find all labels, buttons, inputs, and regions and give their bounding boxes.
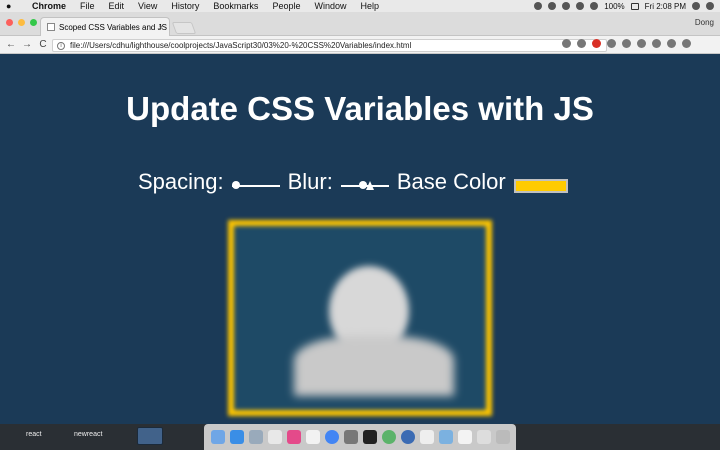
blur-slider[interactable] — [340, 181, 389, 189]
extension-icon[interactable] — [652, 39, 661, 48]
battery-percent: 100% — [604, 1, 625, 11]
status-icon[interactable] — [534, 2, 543, 10]
spacing-slider-thumb[interactable] — [231, 181, 240, 189]
app-icon[interactable] — [343, 430, 358, 444]
address-bar[interactable]: i file:///Users/cdhu/lighthouse/coolproj… — [52, 39, 607, 52]
photos-icon[interactable] — [305, 430, 320, 444]
app-icon[interactable] — [400, 430, 415, 444]
extension-icon[interactable] — [637, 39, 646, 48]
status-icon[interactable] — [562, 2, 571, 10]
forward-icon[interactable]: → — [22, 39, 32, 50]
menu-edit[interactable]: Edit — [109, 1, 125, 11]
extension-icon[interactable] — [667, 39, 676, 48]
terminal-icon[interactable] — [362, 430, 377, 444]
extension-icon[interactable] — [622, 39, 631, 48]
menu-dots-icon[interactable] — [682, 39, 691, 48]
window-controls — [6, 19, 37, 26]
profile-name[interactable]: Dong — [695, 18, 714, 27]
mac-dock-area: react newreact — [0, 424, 720, 450]
desktop-file-icon[interactable] — [137, 427, 163, 445]
notification-icon[interactable] — [706, 2, 714, 10]
extension-icon[interactable] — [607, 39, 616, 48]
clock[interactable]: Fri 2:08 PM — [645, 2, 686, 11]
base-color-picker[interactable] — [513, 179, 568, 193]
menu-history[interactable]: History — [171, 1, 199, 11]
menu-help[interactable]: Help — [360, 1, 379, 11]
finder-icon[interactable] — [210, 430, 225, 444]
apple-icon[interactable]: ● — [6, 1, 16, 11]
close-window-icon[interactable] — [6, 19, 13, 26]
mouse-cursor-icon — [366, 181, 374, 190]
info-icon[interactable]: i — [57, 41, 65, 50]
document-icon[interactable] — [476, 430, 491, 444]
menu-bookmarks[interactable]: Bookmarks — [213, 1, 258, 11]
bookmark-star-icon[interactable] — [577, 39, 586, 48]
new-tab-button[interactable] — [171, 22, 197, 34]
reload-icon[interactable]: C — [38, 39, 48, 50]
blurred-image — [228, 220, 492, 416]
menu-view[interactable]: View — [138, 1, 157, 11]
mac-menubar: ● Chrome File Edit View History Bookmark… — [0, 0, 720, 12]
url-text: file:///Users/cdhu/lighthouse/coolprojec… — [70, 41, 412, 50]
browser-tab[interactable]: Scoped CSS Variables and JS × — [40, 17, 170, 36]
search-icon[interactable] — [692, 2, 700, 10]
toolbar-icons — [562, 39, 691, 48]
battery-icon[interactable] — [630, 2, 639, 10]
folder-icon[interactable] — [438, 430, 453, 444]
image-figure-body — [294, 336, 454, 396]
page-content: Update CSS Variables with JS Spacing: Bl… — [0, 55, 720, 424]
menu-file[interactable]: File — [80, 1, 95, 11]
zoom-icon[interactable] — [562, 39, 571, 48]
status-icon[interactable] — [548, 2, 557, 10]
wifi-icon[interactable] — [576, 2, 585, 10]
calendar-icon[interactable] — [267, 430, 282, 444]
spacing-slider[interactable] — [231, 181, 280, 189]
volume-icon[interactable] — [590, 2, 599, 10]
tab-title: Scoped CSS Variables and JS — [59, 22, 167, 32]
menubar-status: 100% Fri 2:08 PM — [534, 0, 714, 12]
controls-row: Spacing: Blur: Base Color — [138, 167, 568, 197]
extension-icon[interactable] — [592, 39, 601, 48]
browser-tabstrip: Scoped CSS Variables and JS × Dong — [0, 12, 720, 36]
menu-people[interactable]: People — [272, 1, 300, 11]
safari-icon[interactable] — [229, 430, 244, 444]
image-content — [234, 226, 486, 410]
menu-window[interactable]: Window — [314, 1, 346, 11]
blur-label: Blur: — [287, 169, 333, 194]
spacing-label: Spacing: — [138, 169, 224, 194]
browser-toolbar: ← → C i file:///Users/cdhu/lighthouse/co… — [0, 36, 720, 54]
maximize-window-icon[interactable] — [30, 19, 37, 26]
minimize-window-icon[interactable] — [18, 19, 25, 26]
preview-icon[interactable] — [248, 430, 263, 444]
base-color-label: Base Color — [396, 169, 506, 194]
trash-icon[interactable] — [495, 430, 510, 444]
chrome-icon[interactable] — [324, 430, 339, 444]
document-icon[interactable] — [419, 430, 434, 444]
tab-close-icon[interactable]: × — [158, 23, 163, 32]
document-icon[interactable] — [457, 430, 472, 444]
menu-app-name[interactable]: Chrome — [32, 1, 66, 11]
itunes-icon[interactable] — [286, 430, 301, 444]
back-icon[interactable]: ← — [6, 39, 16, 50]
page-title: Update CSS Variables with JS — [126, 90, 594, 127]
dock — [204, 424, 516, 450]
desktop-folder-react[interactable]: react — [26, 431, 42, 438]
desktop-folder-newreact[interactable]: newreact — [74, 431, 102, 438]
page-favicon-icon — [47, 23, 55, 31]
app-icon[interactable] — [381, 430, 396, 444]
